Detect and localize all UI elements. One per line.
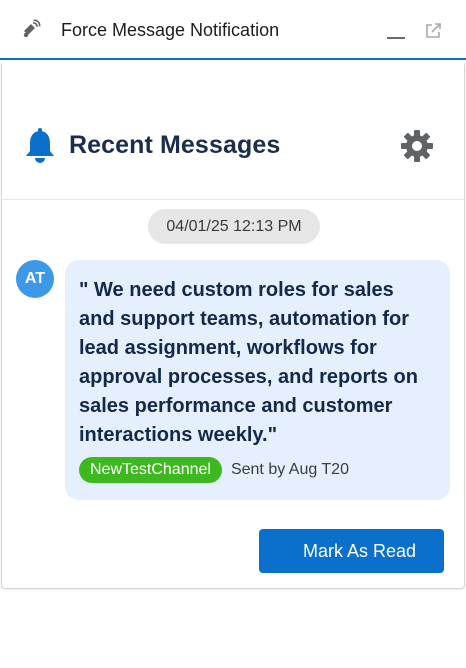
bell-icon (26, 128, 54, 163)
messages-panel: Recent Messages 04/01/25 12:13 PM AT " W… (1, 63, 465, 589)
panel-title: Recent Messages (69, 131, 281, 159)
panel-header: Recent Messages (2, 63, 464, 200)
sender-label: Sent by Aug T20 (230, 461, 349, 478)
avatar: AT (16, 260, 54, 298)
window-titlebar: Force Message Notification (0, 0, 466, 60)
broadcast-bell-icon (23, 19, 41, 38)
window-title: Force Message Notification (61, 20, 280, 40)
message-meta: NewTestChannel Sent by Aug T20 (79, 457, 349, 483)
popout-icon[interactable] (424, 22, 442, 40)
message-text: " We need custom roles for sales and sup… (79, 279, 418, 446)
channel-badge: NewTestChannel (79, 457, 222, 483)
mark-as-read-button[interactable]: Mark As Read (259, 529, 444, 573)
message-bubble: " We need custom roles for sales and sup… (65, 260, 450, 500)
minimize-icon[interactable] (386, 26, 406, 40)
gear-icon[interactable] (400, 129, 434, 163)
message-date: 04/01/25 12:13 PM (148, 209, 320, 244)
